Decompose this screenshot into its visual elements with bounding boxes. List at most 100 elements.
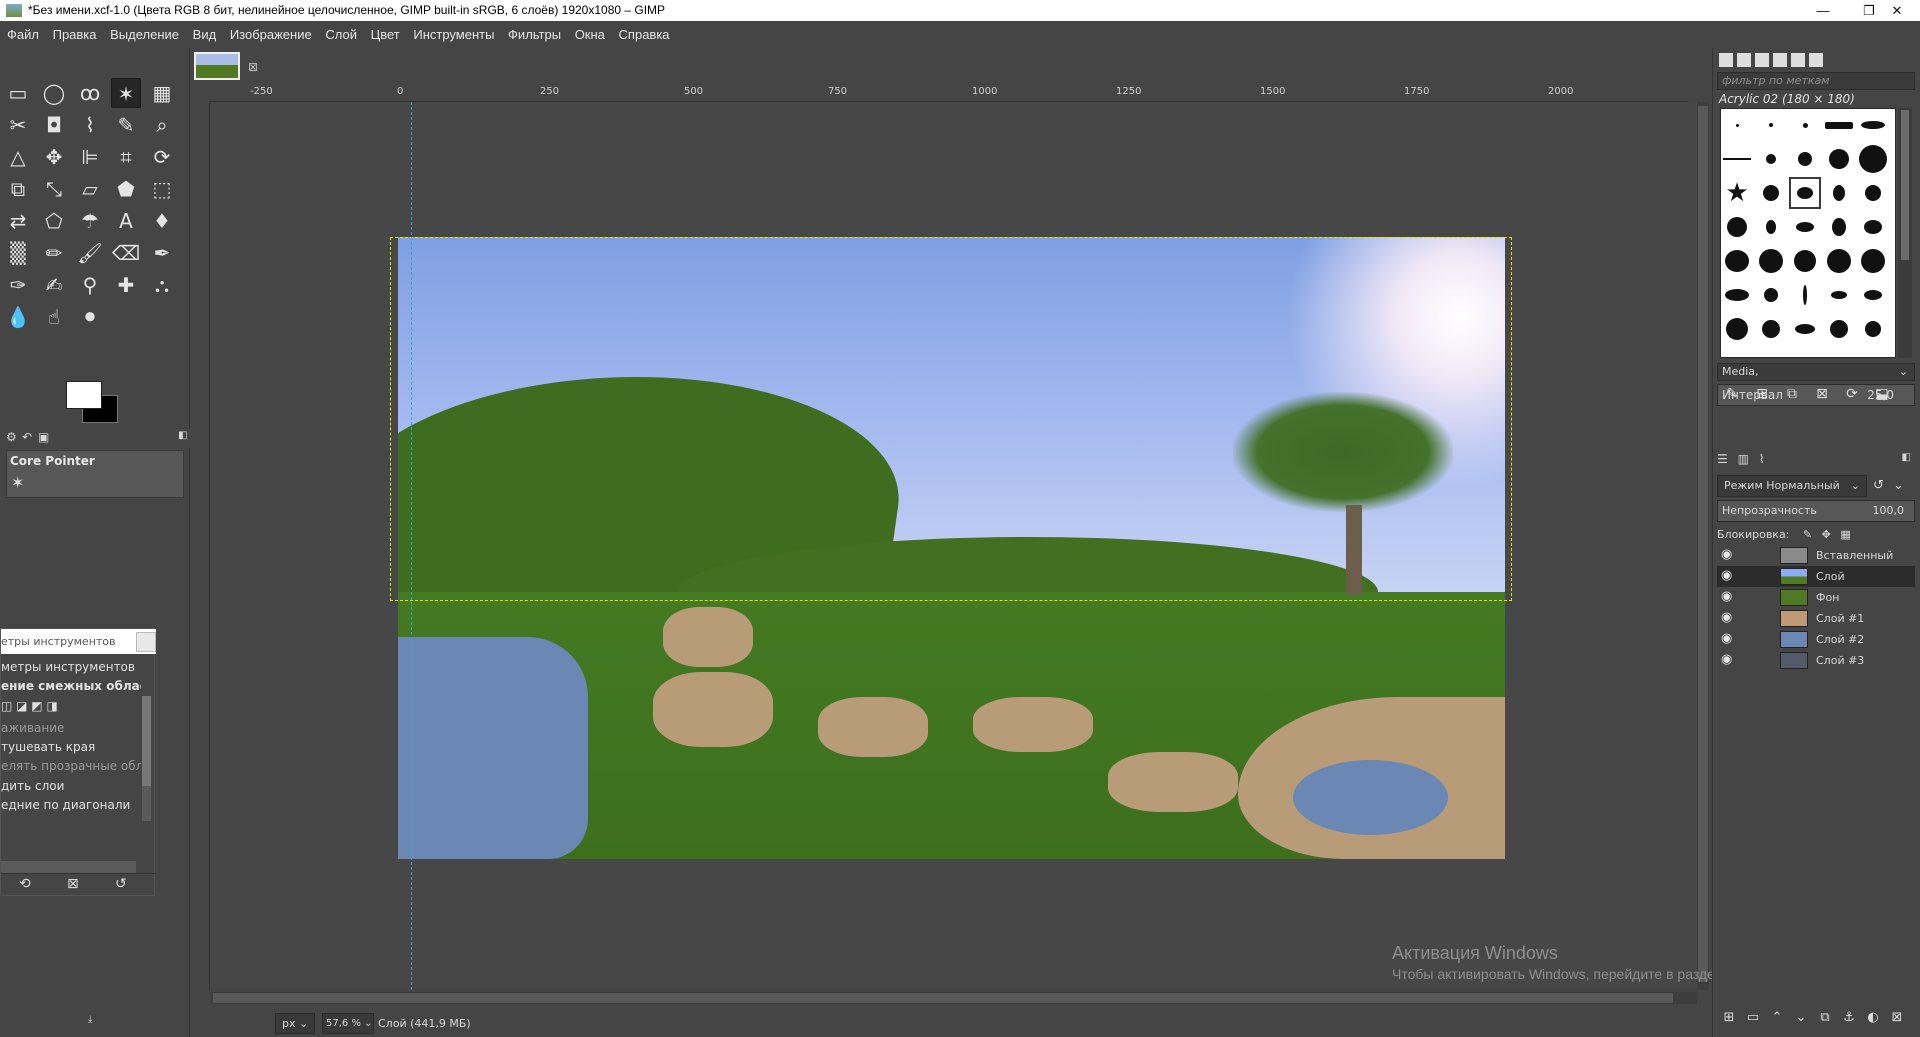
ink-icon[interactable]: ✑ (3, 270, 33, 300)
align-icon[interactable]: ⊫ (75, 142, 105, 172)
reset-mode-icon[interactable]: ↺ (1873, 478, 1884, 493)
brush-item[interactable] (1789, 143, 1821, 175)
lower-layer-icon[interactable]: ⌄ (1789, 1006, 1813, 1030)
eraser-icon[interactable]: ⌫ (111, 238, 141, 268)
perspective-clone-icon[interactable]: ⛬ (147, 270, 177, 300)
brush-item[interactable] (1721, 143, 1753, 175)
paintbrush-icon[interactable]: 🖌 (75, 238, 105, 268)
select-by-color-icon[interactable]: ▦ (147, 78, 177, 108)
minimize-button[interactable]: — (1800, 0, 1846, 21)
warp-transform-icon[interactable]: ⧉ (3, 174, 33, 204)
brush-item[interactable] (1721, 313, 1753, 345)
eye-icon[interactable]: ◉ (1721, 569, 1737, 583)
tool-options-hscroll[interactable] (1, 861, 136, 873)
undo-history-tab-icon[interactable]: ↶ (22, 430, 32, 444)
move-icon[interactable]: ✥ (39, 142, 69, 172)
save-options-icon[interactable]: ⟲ (19, 876, 31, 892)
menu-select[interactable]: Выделение (110, 27, 179, 42)
brush-item[interactable] (1823, 279, 1855, 311)
layer-row[interactable]: ◉ Слой #2 (1717, 629, 1915, 650)
crop-icon[interactable]: ⌗ (111, 142, 141, 172)
dock-menu-icon[interactable]: ◧ (178, 430, 187, 441)
airbrush-icon[interactable]: ✒ (147, 238, 177, 268)
foreground-color[interactable] (66, 381, 102, 409)
scissors-icon[interactable]: ✂ (3, 110, 33, 140)
warp-icon[interactable]: ☂ (75, 206, 105, 236)
sample-merged-option[interactable]: дить слои (1, 779, 141, 793)
text-icon[interactable]: A (111, 206, 141, 236)
brush-item[interactable] (1755, 245, 1787, 277)
brush-item[interactable] (1789, 279, 1821, 311)
brush-item[interactable] (1857, 143, 1889, 175)
brush-item[interactable] (1857, 211, 1889, 243)
menu-layer[interactable]: Слой (325, 27, 357, 42)
close-button[interactable]: ✕ (1874, 0, 1920, 21)
menu-filters[interactable]: Фильтры (508, 27, 561, 42)
brush-grid[interactable]: ★ (1720, 108, 1896, 358)
heal-icon[interactable]: ✚ (111, 270, 141, 300)
new-brush-icon[interactable]: ⊞ (1747, 386, 1777, 402)
tool-options-close-button[interactable] (136, 632, 156, 652)
chevron-down-icon[interactable]: ⌄ (1893, 478, 1904, 493)
brush-item[interactable] (1755, 313, 1787, 345)
eye-icon[interactable]: ◉ (1721, 632, 1737, 646)
brush-item[interactable] (1857, 245, 1889, 277)
layers-dock-menu-icon[interactable]: ◧ (1902, 452, 1911, 463)
measure-icon[interactable]: △ (3, 142, 33, 172)
smudge-icon[interactable]: ☝ (39, 302, 69, 332)
menu-image[interactable]: Изображение (230, 27, 312, 42)
brush-item[interactable] (1721, 211, 1753, 243)
layers-tab-icon[interactable]: ☰ (1717, 452, 1728, 466)
handle-transform-icon[interactable]: ⤡ (39, 174, 69, 204)
star-brush-icon[interactable]: ★ (1721, 177, 1753, 209)
brush-item[interactable] (1755, 177, 1787, 209)
image-tab-thumbnail[interactable] (194, 52, 240, 80)
menu-tools[interactable]: Инструменты (413, 27, 494, 42)
refresh-brushes-icon[interactable]: ⟳ (1837, 386, 1867, 402)
eye-icon[interactable]: ◉ (1721, 548, 1737, 562)
blur-icon[interactable]: 💧 (3, 302, 33, 332)
cage-transform-icon[interactable]: ⬟ (111, 174, 141, 204)
patterns-tab-icon[interactable] (1737, 53, 1751, 67)
layer-row[interactable]: ◉ Вставленный (1717, 545, 1915, 566)
brush-item[interactable] (1857, 177, 1889, 209)
vertical-guide[interactable] (411, 102, 412, 990)
lock-position-icon[interactable]: ✥ (1822, 528, 1831, 541)
brush-grid-scroll[interactable] (1898, 108, 1912, 358)
horizontal-ruler[interactable]: -250 0 250 500 750 1000 1250 1500 1750 2… (210, 86, 1688, 102)
delete-layer-icon[interactable]: ⊠ (1885, 1006, 1909, 1030)
brush-item[interactable] (1789, 211, 1821, 243)
canvas-vscroll[interactable] (1697, 102, 1709, 990)
channels-tab-icon[interactable]: ▥ (1738, 452, 1749, 466)
fg-bg-colors[interactable] (66, 381, 126, 427)
gradients-tab-icon[interactable] (1791, 53, 1805, 67)
rect-select-icon[interactable]: ▭ (3, 78, 33, 108)
diagonal-neighbors-option[interactable]: едние по диагонали (1, 798, 141, 812)
brush-item[interactable] (1789, 245, 1821, 277)
lock-alpha-icon[interactable]: ▦ (1840, 528, 1850, 541)
zoom-icon[interactable]: ⌕ (147, 110, 177, 140)
menu-help[interactable]: Справка (619, 27, 670, 42)
brush-item[interactable] (1721, 279, 1753, 311)
zoom-select[interactable]: 57,6 % ⌄ (322, 1013, 374, 1034)
reset-options-icon[interactable]: ↺ (115, 876, 127, 892)
brush-item[interactable] (1857, 109, 1889, 141)
select-transparent-option[interactable]: елять прозрачные обл (1, 759, 141, 773)
paths-tab-icon[interactable]: ⌇ (1759, 452, 1765, 466)
menu-file[interactable]: Файл (7, 27, 39, 42)
clone-icon[interactable]: ⚲ (75, 270, 105, 300)
device-status-tab-icon[interactable]: ⚙ (6, 430, 17, 444)
delete-brush-icon[interactable]: ⊠ (1807, 386, 1837, 402)
palettes-tab-icon[interactable] (1809, 53, 1823, 67)
brush-item[interactable] (1789, 313, 1821, 345)
dynamics-tab-icon[interactable] (1773, 53, 1787, 67)
antialias-option[interactable]: аживание (1, 721, 141, 735)
brush-item[interactable] (1823, 109, 1855, 141)
brush-item[interactable] (1755, 143, 1787, 175)
flip-icon[interactable]: ⇄ (3, 206, 33, 236)
feather-edges-option[interactable]: тушевать края (1, 740, 141, 754)
brush-item[interactable] (1755, 279, 1787, 311)
layer-opacity-slider[interactable]: Непрозрачность 100,0 (1717, 500, 1915, 522)
brush-item[interactable] (1721, 245, 1753, 277)
brush-item[interactable] (1857, 313, 1889, 345)
